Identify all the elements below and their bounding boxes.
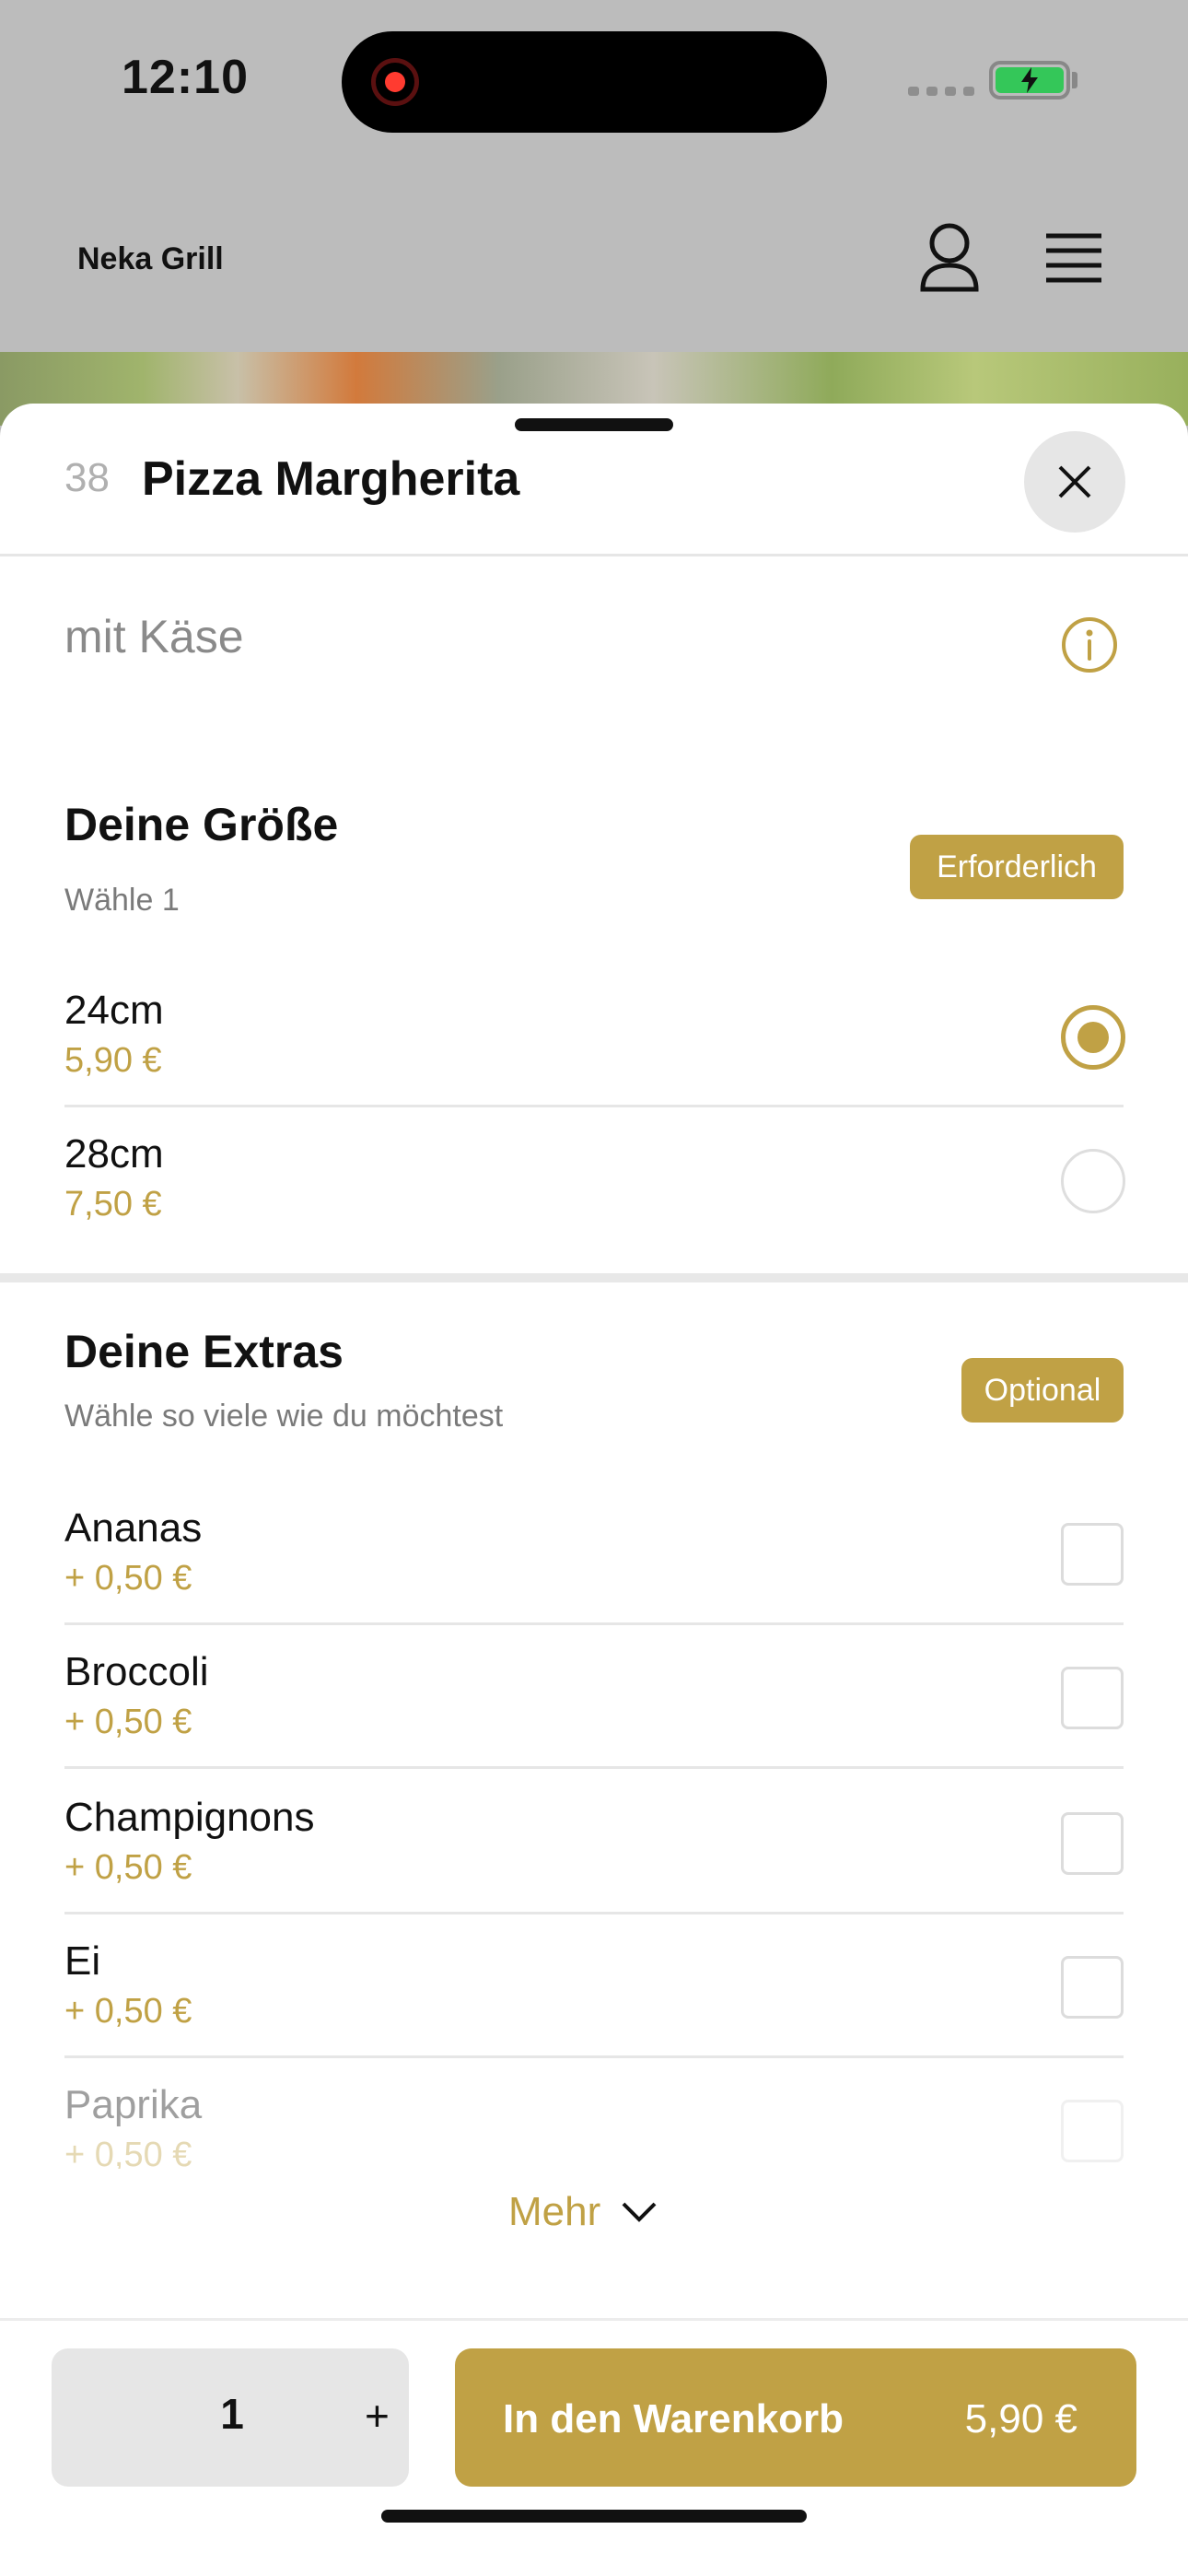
home-indicator[interactable] <box>381 2510 807 2523</box>
checkbox[interactable] <box>1061 2100 1124 2162</box>
chevron-down-icon <box>622 2202 657 2222</box>
checkbox[interactable] <box>1061 1956 1124 2019</box>
sheet-footer: 1 + In den Warenkorb 5,90 € <box>0 2318 1188 2576</box>
status-time: 12:10 <box>122 51 249 104</box>
option-price: + 0,50 € <box>64 1992 192 2031</box>
battery-icon <box>989 61 1070 100</box>
recording-indicator-icon <box>371 58 419 106</box>
item-number: 38 <box>64 455 110 500</box>
extra-option-champignons[interactable]: Champignons + 0,50 € <box>64 1771 1124 1914</box>
extras-section-title: Deine Extras <box>64 1326 344 1377</box>
option-price: 7,50 € <box>64 1185 162 1224</box>
quantity-value: 1 <box>220 2390 244 2438</box>
option-name: 28cm <box>64 1131 164 1177</box>
option-name: 24cm <box>64 988 164 1033</box>
optional-badge: Optional <box>961 1358 1124 1423</box>
hamburger-menu-icon[interactable] <box>1044 230 1103 286</box>
cellular-signal-icon <box>908 87 974 96</box>
dynamic-island <box>342 31 827 133</box>
close-icon <box>1058 465 1091 498</box>
quantity-stepper[interactable]: 1 + <box>52 2348 409 2487</box>
add-to-cart-button[interactable]: In den Warenkorb 5,90 € <box>455 2348 1136 2487</box>
required-badge: Erforderlich <box>910 835 1124 899</box>
radio-button[interactable] <box>1061 1149 1125 1213</box>
status-bar: 12:10 <box>0 0 1188 166</box>
extra-option-ei[interactable]: Ei + 0,50 € <box>64 1914 1124 2058</box>
option-name: Paprika <box>64 2082 203 2127</box>
extra-option-paprika[interactable]: Paprika + 0,50 € <box>64 2058 1124 2169</box>
app-header: Neka Grill <box>0 184 1188 350</box>
show-more-label: Mehr <box>508 2189 601 2234</box>
size-option-28cm[interactable]: 28cm 7,50 € <box>64 1107 1125 1251</box>
option-price: + 0,50 € <box>64 2136 192 2169</box>
size-option-24cm[interactable]: 24cm 5,90 € <box>64 964 1125 1107</box>
option-name: Champignons <box>64 1795 315 1840</box>
add-to-cart-label: In den Warenkorb <box>503 2396 844 2441</box>
option-price: + 0,50 € <box>64 1848 192 1887</box>
info-icon[interactable] <box>1061 616 1118 673</box>
option-name: Ei <box>64 1938 101 1984</box>
product-bottom-sheet: 38 Pizza Margherita mit Käse Deine Größe… <box>0 404 1188 2576</box>
size-section-title: Deine Größe <box>64 799 339 850</box>
show-more-button[interactable]: Mehr <box>508 2189 658 2235</box>
size-section-subtitle: Wähle 1 <box>64 883 180 918</box>
cart-total-price: 5,90 € <box>964 2396 1077 2441</box>
option-name: Broccoli <box>64 1649 209 1694</box>
option-price: + 0,50 € <box>64 1703 192 1741</box>
item-description: mit Käse <box>64 611 244 662</box>
radio-button-selected[interactable] <box>1061 1005 1125 1070</box>
checkbox[interactable] <box>1061 1667 1124 1729</box>
increment-button[interactable]: + <box>365 2391 390 2441</box>
option-price: + 0,50 € <box>64 1559 192 1598</box>
close-button[interactable] <box>1024 431 1125 533</box>
extras-section-subtitle: Wähle so viele wie du möchtest <box>64 1399 504 1434</box>
option-price: 5,90 € <box>64 1041 162 1080</box>
checkbox[interactable] <box>1061 1523 1124 1586</box>
extra-option-ananas[interactable]: Ananas + 0,50 € <box>64 1481 1124 1625</box>
sheet-header: 38 Pizza Margherita <box>0 404 1188 556</box>
option-name: Ananas <box>64 1505 203 1551</box>
extra-option-broccoli[interactable]: Broccoli + 0,50 € <box>64 1625 1124 1769</box>
checkbox[interactable] <box>1061 1812 1124 1875</box>
brand-name[interactable]: Neka Grill <box>77 241 224 277</box>
item-title: Pizza Margherita <box>142 452 520 506</box>
section-divider <box>0 1273 1188 1282</box>
account-icon[interactable] <box>917 221 982 295</box>
